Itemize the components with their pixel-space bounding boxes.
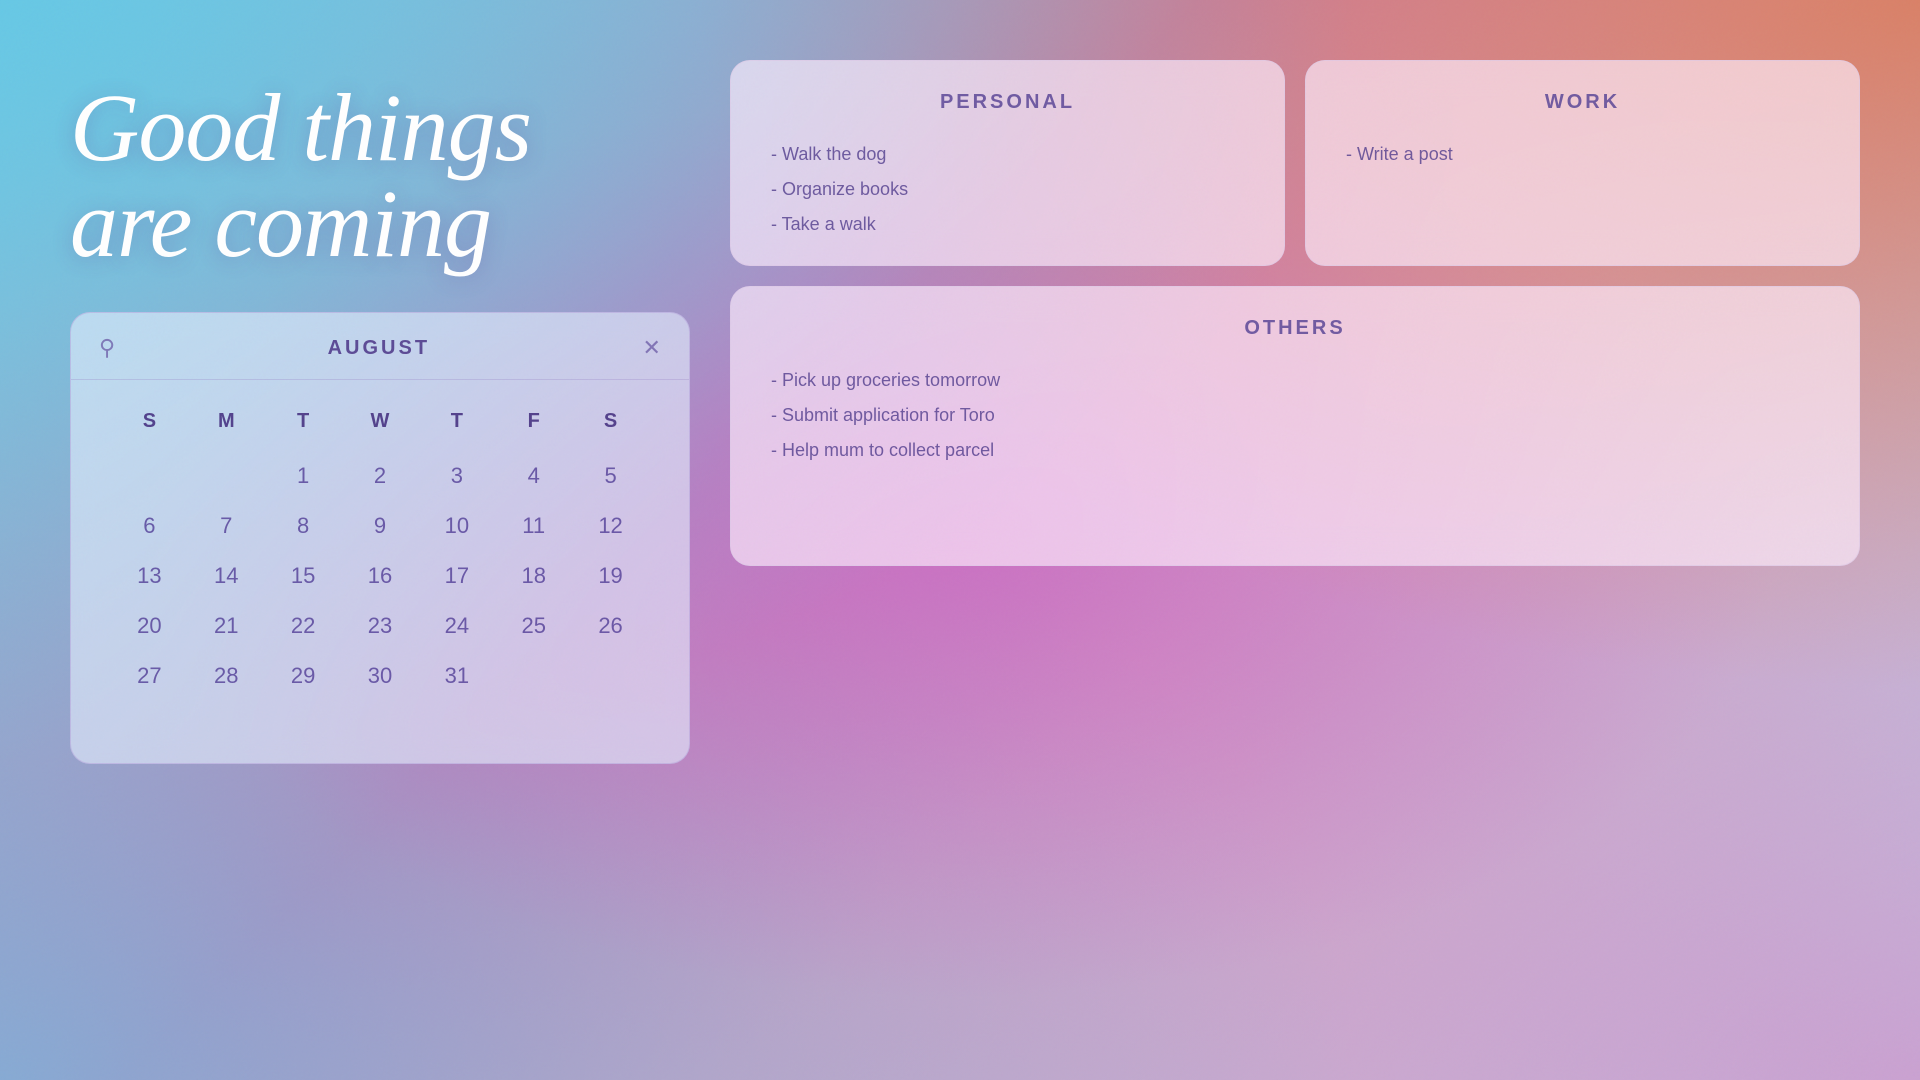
personal-task-2: Organize books: [771, 179, 1244, 200]
others-task-list: Pick up groceries tomorrow Submit applic…: [771, 370, 1819, 461]
cal-date-23[interactable]: 22: [265, 603, 342, 649]
work-task-list: Write a post: [1346, 144, 1819, 165]
close-icon[interactable]: ✕: [643, 335, 661, 361]
cal-date-21[interactable]: 20: [111, 603, 188, 649]
work-card: WORK Write a post: [1305, 60, 1860, 266]
cal-date-7[interactable]: 6: [111, 503, 188, 549]
cal-date-27[interactable]: 26: [572, 603, 649, 649]
others-task-3: Help mum to collect parcel: [771, 440, 1819, 461]
others-card: OTHERS Pick up groceries tomorrow Submit…: [730, 286, 1860, 566]
calendar-days-header: S M T W T F S: [111, 400, 649, 443]
calendar-dates: 1234567891011121314151617181920212223242…: [111, 453, 649, 723]
cal-date-18[interactable]: 17: [418, 553, 495, 599]
cal-date-32[interactable]: 31: [418, 653, 495, 699]
calendar-month: AUGUST: [328, 337, 430, 360]
day-header-t2: T: [418, 400, 495, 443]
cal-date-29[interactable]: 28: [188, 653, 265, 699]
cal-date-19[interactable]: 18: [495, 553, 572, 599]
calendar-widget: ⚲ AUGUST ✕ S M T W T F S 123456789101112…: [70, 312, 690, 764]
cal-date-20[interactable]: 19: [572, 553, 649, 599]
top-cards: PERSONAL Walk the dog Organize books Tak…: [730, 60, 1860, 266]
personal-task-3: Take a walk: [771, 214, 1244, 235]
cal-date-3[interactable]: 2: [342, 453, 419, 499]
cal-date-12[interactable]: 11: [495, 503, 572, 549]
work-task-1: Write a post: [1346, 144, 1819, 165]
cal-date-30[interactable]: 29: [265, 653, 342, 699]
day-header-t1: T: [265, 400, 342, 443]
day-header-m: M: [188, 400, 265, 443]
day-header-s1: S: [111, 400, 188, 443]
cal-date-10[interactable]: 9: [342, 503, 419, 549]
cal-date-25[interactable]: 24: [418, 603, 495, 649]
cal-date-2[interactable]: 1: [265, 453, 342, 499]
cal-date-13[interactable]: 12: [572, 503, 649, 549]
personal-task-list: Walk the dog Organize books Take a walk: [771, 144, 1244, 235]
personal-task-1: Walk the dog: [771, 144, 1244, 165]
left-panel: Good things are coming ⚲ AUGUST ✕ S M T …: [70, 60, 690, 764]
cal-date-16[interactable]: 15: [265, 553, 342, 599]
cal-date-31[interactable]: 30: [342, 653, 419, 699]
others-card-title: OTHERS: [771, 317, 1819, 340]
work-card-title: WORK: [1346, 91, 1819, 114]
search-icon[interactable]: ⚲: [99, 335, 115, 361]
cal-date-9[interactable]: 8: [265, 503, 342, 549]
hero-title: Good things are coming: [70, 60, 690, 272]
cal-date-26[interactable]: 25: [495, 603, 572, 649]
day-header-s2: S: [572, 400, 649, 443]
personal-card-title: PERSONAL: [771, 91, 1244, 114]
cal-date-15[interactable]: 14: [188, 553, 265, 599]
cal-date-4[interactable]: 3: [418, 453, 495, 499]
cal-date-17[interactable]: 16: [342, 553, 419, 599]
others-task-1: Pick up groceries tomorrow: [771, 370, 1819, 391]
cal-date-24[interactable]: 23: [342, 603, 419, 649]
day-header-f: F: [495, 400, 572, 443]
app-layout: Good things are coming ⚲ AUGUST ✕ S M T …: [0, 0, 1920, 1080]
cal-date-5[interactable]: 4: [495, 453, 572, 499]
cal-date-8[interactable]: 7: [188, 503, 265, 549]
cal-date-6[interactable]: 5: [572, 453, 649, 499]
cal-date-28[interactable]: 27: [111, 653, 188, 699]
personal-card: PERSONAL Walk the dog Organize books Tak…: [730, 60, 1285, 266]
day-header-w: W: [342, 400, 419, 443]
calendar-grid: S M T W T F S 12345678910111213141516171…: [71, 380, 689, 733]
cal-date-11[interactable]: 10: [418, 503, 495, 549]
right-panel: PERSONAL Walk the dog Organize books Tak…: [730, 60, 1860, 566]
calendar-header: ⚲ AUGUST ✕: [71, 313, 689, 380]
cal-date-14[interactable]: 13: [111, 553, 188, 599]
cal-date-22[interactable]: 21: [188, 603, 265, 649]
others-task-2: Submit application for Toro: [771, 405, 1819, 426]
